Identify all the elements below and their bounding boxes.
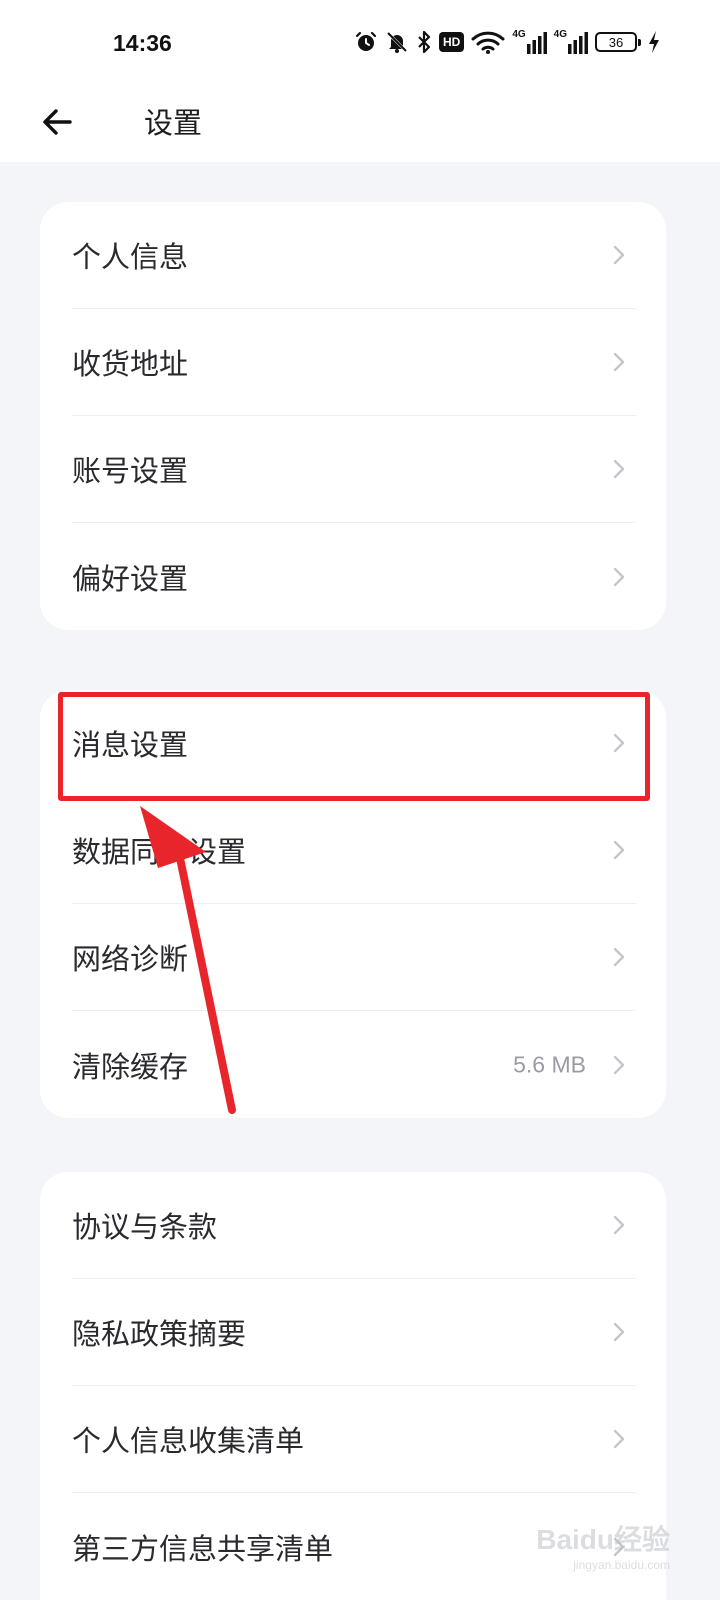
settings-item-label: 个人信息收集清单 <box>72 1424 305 1458</box>
alarm-icon <box>354 30 378 54</box>
chevron-right-icon <box>613 733 625 753</box>
bluetooth-icon <box>416 30 432 54</box>
settings-item-label: 数据同步设置 <box>72 835 247 869</box>
chevron-right-icon <box>613 245 625 265</box>
settings-item-label: 网络诊断 <box>72 942 189 976</box>
settings-item-preferences[interactable]: 偏好设置 <box>72 523 636 630</box>
chevron-right-icon <box>613 1322 625 1342</box>
settings-item-privacy-summary[interactable]: 隐私政策摘要 <box>72 1279 636 1386</box>
wifi-icon <box>471 30 505 54</box>
settings-item-message-settings[interactable]: 消息设置 <box>72 690 636 797</box>
settings-item-label: 个人信息 <box>72 240 189 274</box>
status-icons: HD 4G 4G 36 <box>354 30 660 54</box>
network-type-label-2: 4G <box>553 29 567 40</box>
settings-item-label: 收货地址 <box>72 347 189 381</box>
settings-item-label: 消息设置 <box>72 728 189 762</box>
bell-muted-icon <box>385 30 409 54</box>
settings-item-label: 偏好设置 <box>72 561 189 596</box>
settings-item-label: 第三方信息共享清单 <box>72 1531 334 1566</box>
settings-group-account: 个人信息 收货地址 账号设置 偏好设置 <box>40 202 666 630</box>
hd-icon: HD <box>438 32 465 52</box>
chevron-right-icon <box>613 947 625 967</box>
chevron-right-icon <box>613 840 625 860</box>
battery-icon: 36 <box>595 32 641 52</box>
settings-group-legal: 协议与条款 隐私政策摘要 个人信息收集清单 第三方信息共享清单 <box>40 1172 666 1600</box>
settings-item-label: 隐私政策摘要 <box>72 1317 247 1351</box>
settings-item-network-diagnosis[interactable]: 网络诊断 <box>72 904 636 1011</box>
settings-item-label: 协议与条款 <box>72 1210 218 1244</box>
settings-screen: 14:36 HD 4G 4G 36 设置 个人信息 收货地址 账号设置 偏好设置… <box>0 0 720 1600</box>
settings-item-account-settings[interactable]: 账号设置 <box>72 416 636 523</box>
chevron-right-icon <box>613 352 625 372</box>
chevron-right-icon <box>613 459 625 479</box>
arrow-left-icon <box>43 109 72 135</box>
settings-item-info-collection-list[interactable]: 个人信息收集清单 <box>72 1386 636 1493</box>
back-button[interactable] <box>38 102 78 142</box>
charging-icon <box>648 30 660 54</box>
chevron-right-icon <box>613 1215 625 1235</box>
settings-item-terms[interactable]: 协议与条款 <box>72 1172 636 1279</box>
page-title: 设置 <box>144 106 203 140</box>
status-bar: 14:36 HD 4G 4G 36 <box>0 0 720 90</box>
status-time: 14:36 <box>113 30 172 56</box>
cache-size-value: 5.6 MB <box>513 1051 586 1077</box>
chevron-right-icon <box>613 1537 625 1556</box>
chevron-right-icon <box>613 1055 625 1074</box>
signal-4g-icon: 4G <box>512 29 547 54</box>
settings-group-system: 消息设置 数据同步设置 网络诊断 清除缓存 5.6 MB <box>40 690 666 1118</box>
settings-item-shipping-address[interactable]: 收货地址 <box>72 309 636 416</box>
settings-item-label: 清除缓存 <box>72 1049 189 1084</box>
settings-item-data-sync[interactable]: 数据同步设置 <box>72 797 636 904</box>
settings-item-label: 账号设置 <box>72 454 189 488</box>
battery-level: 36 <box>608 34 624 50</box>
settings-item-third-party-sharing[interactable]: 第三方信息共享清单 <box>72 1493 636 1600</box>
app-header: 设置 <box>0 90 720 162</box>
settings-item-clear-cache[interactable]: 清除缓存 5.6 MB <box>72 1011 636 1118</box>
chevron-right-icon <box>613 567 625 586</box>
signal-4g-icon-2: 4G <box>554 30 588 54</box>
network-type-label: 4G <box>512 29 526 40</box>
chevron-right-icon <box>613 1429 625 1449</box>
settings-item-personal-info[interactable]: 个人信息 <box>72 202 636 309</box>
